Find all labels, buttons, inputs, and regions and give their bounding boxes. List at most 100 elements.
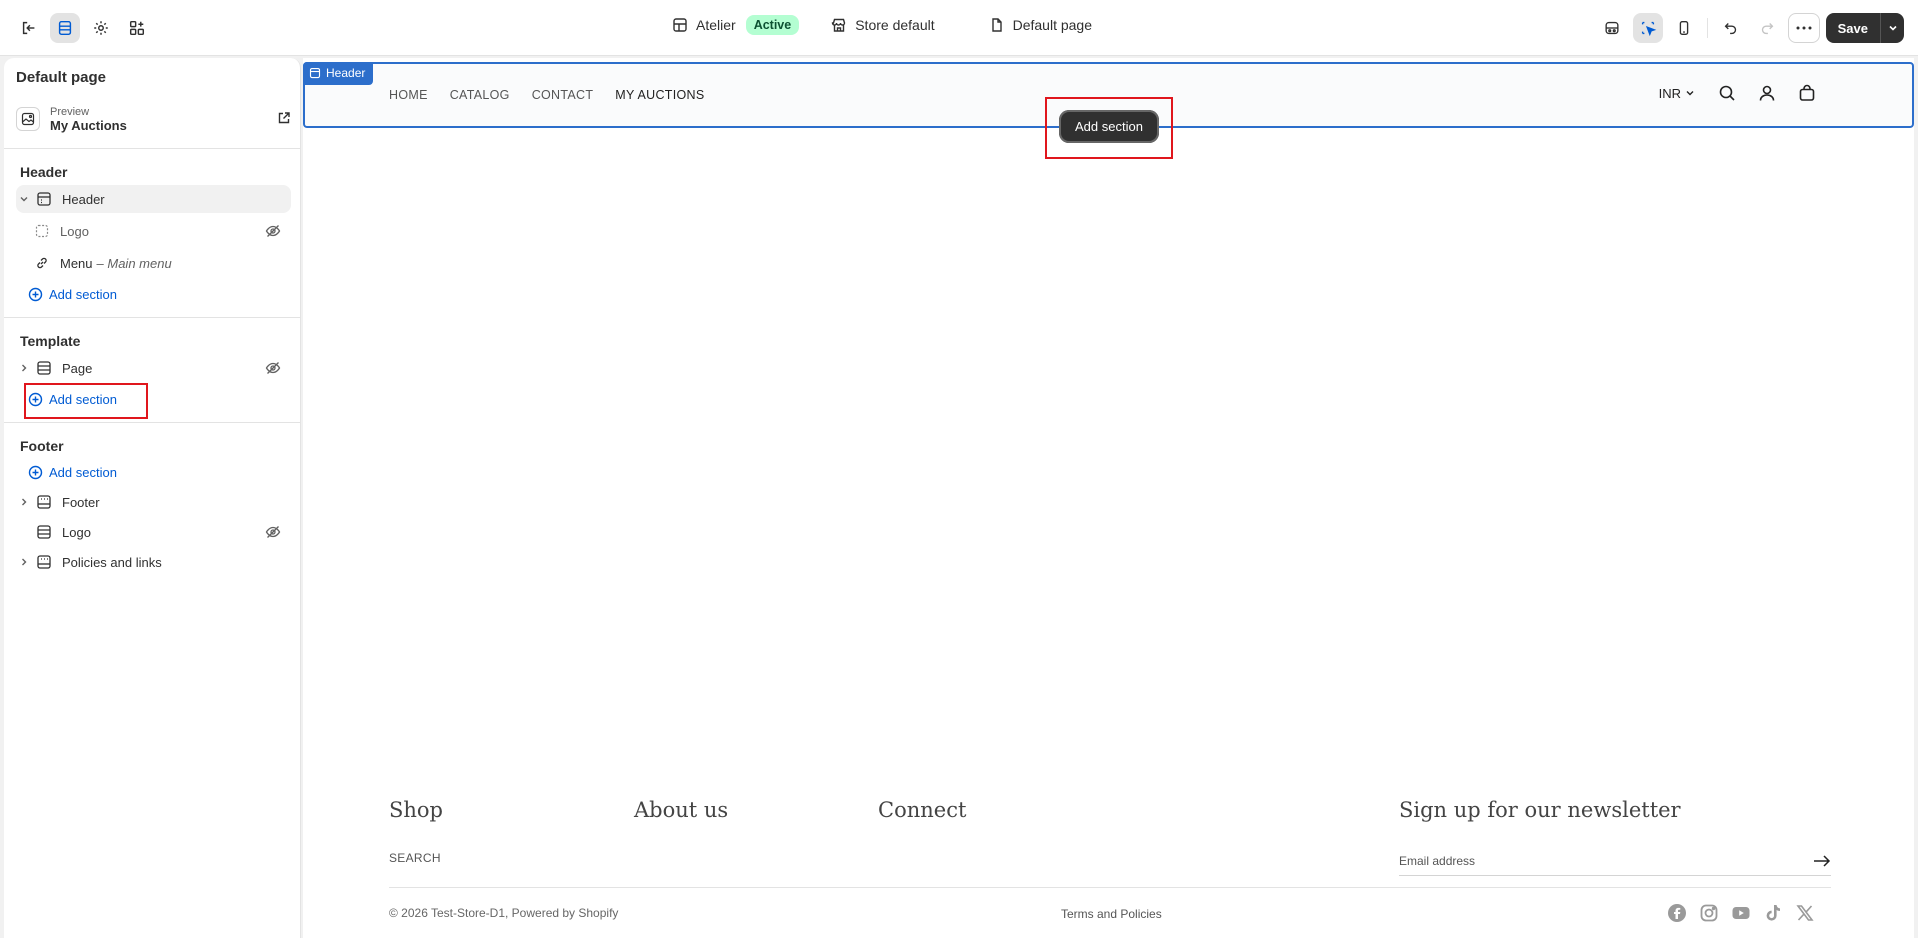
page-name: Default page xyxy=(1012,17,1093,33)
main-nav: HOME CATALOG CONTACT MY AUCTIONS xyxy=(389,88,704,102)
chevron-down-icon xyxy=(1686,91,1694,96)
plus-circle-icon xyxy=(28,465,43,480)
store-selector[interactable]: Store default xyxy=(831,17,935,33)
divider xyxy=(389,887,1831,888)
footer-heading-connect: Connect xyxy=(878,798,967,822)
header-section-icon xyxy=(309,67,321,79)
nav-home[interactable]: HOME xyxy=(389,88,428,102)
terms-link[interactable]: Terms and Policies xyxy=(1061,907,1162,921)
theme-selector[interactable]: Atelier Active xyxy=(672,15,800,35)
tiktok-icon[interactable] xyxy=(1763,903,1783,923)
tree-item-logo[interactable]: Logo xyxy=(32,217,291,245)
add-section-label: Add section xyxy=(49,286,117,302)
divider xyxy=(4,317,300,318)
chevron-down-icon xyxy=(1888,25,1897,31)
search-icon[interactable] xyxy=(1718,84,1736,102)
tree-item-label: Header xyxy=(62,191,105,207)
add-section-footer[interactable]: Add section xyxy=(28,458,291,486)
header-tag-label: Header xyxy=(326,66,366,80)
page-section-icon xyxy=(34,360,54,376)
tree-item-policies[interactable]: Policies and links xyxy=(16,548,291,576)
cart-icon[interactable] xyxy=(1798,84,1816,102)
divider xyxy=(1706,18,1708,38)
preview-canvas[interactable]: Header HOME CATALOG CONTACT MY AUCTIONS … xyxy=(303,58,1914,938)
dashed-box-icon xyxy=(32,224,52,238)
exit-icon[interactable] xyxy=(14,13,44,43)
link-icon xyxy=(32,256,52,270)
copyright-text: © 2026 Test-Store-D1, Powered by Shopify xyxy=(389,906,619,920)
header-group-title: Header xyxy=(20,164,68,180)
tree-item-label: Logo xyxy=(62,524,91,540)
chevron-down-icon[interactable] xyxy=(16,194,32,204)
arrow-right-icon[interactable] xyxy=(1813,854,1831,868)
footer-search-link[interactable]: SEARCH xyxy=(389,851,441,865)
save-options-button[interactable] xyxy=(1880,13,1904,43)
currency-selector[interactable]: INR xyxy=(1659,86,1696,101)
footer-section-icon xyxy=(34,554,54,570)
tree-item-label: Footer xyxy=(62,494,100,510)
save-group: Save xyxy=(1825,13,1904,43)
mobile-icon[interactable] xyxy=(1669,13,1699,43)
active-badge: Active xyxy=(745,15,800,35)
preview-mode-icon[interactable] xyxy=(1597,13,1627,43)
email-input[interactable] xyxy=(1399,853,1779,868)
sections-icon[interactable] xyxy=(50,13,80,43)
redo-icon[interactable] xyxy=(1752,13,1782,43)
highlight-box xyxy=(24,383,148,419)
theme-name: Atelier xyxy=(696,17,736,33)
top-bar: Atelier Active Store default Default pag… xyxy=(0,0,1918,56)
tree-item-label: Menu xyxy=(60,255,93,271)
tree-item-sublabel: – Main menu xyxy=(96,255,172,271)
tree-item-footer[interactable]: Footer xyxy=(16,488,291,516)
instagram-icon[interactable] xyxy=(1699,903,1719,923)
header-tag: Header xyxy=(303,62,374,85)
page-selector[interactable]: Default page xyxy=(989,17,1092,33)
x-twitter-icon[interactable] xyxy=(1795,903,1815,923)
eye-off-icon[interactable] xyxy=(265,223,281,242)
preview-value: My Auctions xyxy=(50,117,127,133)
undo-icon[interactable] xyxy=(1716,13,1746,43)
store-name: Store default xyxy=(855,17,935,33)
gear-icon[interactable] xyxy=(86,13,116,43)
facebook-icon[interactable] xyxy=(1667,903,1687,923)
plus-circle-icon xyxy=(28,287,43,302)
inspector-icon[interactable] xyxy=(1632,13,1663,43)
add-section-label: Add section xyxy=(49,464,117,480)
tree-item-footer-logo[interactable]: Logo xyxy=(16,518,291,546)
chevron-right-icon[interactable] xyxy=(16,557,32,567)
social-links xyxy=(1667,903,1815,923)
nav-my-auctions[interactable]: MY AUCTIONS xyxy=(615,88,704,102)
footer-section-icon xyxy=(34,494,54,510)
newsletter-email-field[interactable] xyxy=(1399,846,1831,876)
nav-catalog[interactable]: CATALOG xyxy=(450,88,510,102)
more-options-button[interactable] xyxy=(1787,13,1820,43)
highlight-box xyxy=(1045,97,1173,159)
eye-off-icon[interactable] xyxy=(265,524,281,543)
sidebar-title: Default page xyxy=(16,69,107,86)
footer-heading-about: About us xyxy=(634,798,729,822)
nav-contact[interactable]: CONTACT xyxy=(532,88,594,102)
external-link-icon[interactable] xyxy=(277,111,291,128)
apps-icon[interactable] xyxy=(122,13,152,43)
chevron-right-icon[interactable] xyxy=(16,363,32,373)
account-icon[interactable] xyxy=(1758,84,1776,102)
preview-selector[interactable]: Preview My Auctions xyxy=(16,102,291,136)
currency-label: INR xyxy=(1658,85,1681,101)
eye-off-icon[interactable] xyxy=(265,360,281,379)
youtube-icon[interactable] xyxy=(1731,903,1751,923)
template-group-title: Template xyxy=(20,333,81,349)
chevron-right-icon[interactable] xyxy=(16,497,32,507)
add-section-header[interactable]: Add section xyxy=(28,280,291,308)
tree-item-menu[interactable]: Menu – Main menu xyxy=(32,249,291,277)
ellipsis-icon xyxy=(1796,26,1812,30)
page-section-icon xyxy=(34,524,54,540)
tree-item-header[interactable]: Header xyxy=(16,185,291,213)
divider xyxy=(4,422,300,423)
tree-item-label: Page xyxy=(62,360,93,376)
preview-label: Preview xyxy=(50,105,90,118)
newsletter-title: Sign up for our newsletter xyxy=(1399,798,1681,822)
save-button[interactable]: Save xyxy=(1826,13,1880,43)
store-icon xyxy=(832,18,846,32)
header-section-icon xyxy=(34,191,54,207)
tree-item-page[interactable]: Page xyxy=(16,354,291,382)
